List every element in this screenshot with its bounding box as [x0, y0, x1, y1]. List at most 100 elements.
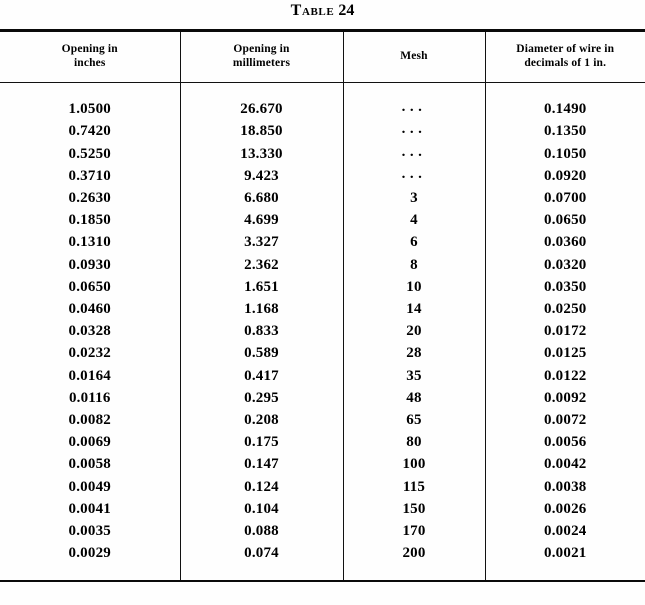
cell-value: 2.362: [244, 256, 279, 273]
cell-value: 0.0092: [544, 389, 587, 406]
cell-opening-millimeters: 0.208: [179, 408, 343, 432]
cell-value: 0.0350: [544, 278, 587, 295]
cell-value: 0.175: [244, 434, 279, 451]
cell-value: 0.0360: [544, 234, 587, 251]
cell-opening-millimeters: 0.088: [179, 519, 343, 543]
cell-value: 0.088: [244, 522, 279, 539]
cell-value: 3.327: [244, 234, 279, 251]
ellipsis-marker: ...: [401, 99, 427, 116]
cell-opening-millimeters: 0.417: [179, 364, 343, 387]
cell-value: 28: [406, 345, 422, 362]
cell-value: 1.0500: [68, 101, 111, 118]
cell-value: 0.0250: [544, 300, 587, 317]
cell-value: 0.1850: [68, 212, 111, 229]
table-row: 0.0049 0.124 115 0.0038: [0, 475, 645, 498]
cell-value: 14: [406, 300, 422, 317]
cell-value: 200: [402, 545, 426, 562]
table-row: 0.0058 0.147 100 0.0042: [0, 453, 645, 476]
cell-value: 0.074: [244, 545, 279, 562]
cell-wire-diameter: 0.0700: [484, 186, 645, 210]
cell-opening-millimeters: 18.850: [179, 120, 343, 143]
cell-value: 0.208: [244, 411, 279, 428]
cell-value: 0.0930: [68, 256, 111, 273]
table-spacer-cell: [179, 82, 343, 99]
table-row: 0.0069 0.175 80 0.0056: [0, 431, 645, 454]
cell-mesh: 28: [342, 342, 485, 365]
cell-wire-diameter: 0.0125: [484, 342, 645, 365]
cell-value: 0.0058: [68, 456, 111, 473]
cell-wire-diameter: 0.1490: [484, 98, 645, 121]
cell-mesh: 10: [342, 275, 485, 298]
cell-value: 9.423: [244, 167, 279, 184]
cell-value: 20: [406, 323, 422, 340]
cell-value: 0.0069: [68, 434, 111, 451]
cell-mesh: ...: [342, 98, 485, 121]
table-row: 0.0650 1.651 10 0.0350: [0, 275, 645, 298]
cell-value: 0.295: [244, 389, 279, 406]
cell-value: 0.0026: [544, 500, 587, 517]
cell-wire-diameter: 0.0320: [484, 253, 645, 276]
cell-opening-inches: 0.7420: [0, 120, 180, 142]
cell-value: 0.5250: [68, 145, 111, 162]
cell-value: 0.0082: [68, 411, 111, 428]
cell-wire-diameter: 0.0026: [484, 497, 645, 520]
cell-value: 1.168: [244, 300, 279, 317]
cell-opening-millimeters: 0.074: [179, 542, 343, 565]
cell-mesh: 48: [342, 386, 485, 409]
cell-opening-millimeters: 6.680: [179, 186, 343, 210]
cell-mesh: 6: [342, 231, 485, 254]
cell-wire-diameter: 0.0038: [484, 475, 645, 498]
cell-opening-millimeters: 26.670: [179, 98, 343, 121]
cell-value: 3: [410, 189, 418, 206]
cell-value: 6: [410, 234, 418, 251]
cell-value: 0.0024: [544, 522, 587, 539]
cell-opening-millimeters: 3.327: [179, 231, 343, 254]
cell-opening-millimeters: 0.147: [179, 453, 343, 476]
data-table-container: Opening in inches Opening in millimeters…: [0, 28, 645, 583]
table-title-label: Table: [290, 2, 335, 19]
column-header-line2: inches: [73, 56, 106, 69]
cell-value: 0.0320: [544, 256, 587, 273]
table-spacer-cell: [0, 564, 180, 583]
cell-value: 0.0021: [544, 545, 587, 562]
cell-opening-inches: 0.0069: [0, 431, 180, 453]
cell-opening-inches: 0.0328: [0, 320, 180, 342]
data-table: Opening in inches Opening in millimeters…: [0, 28, 645, 583]
cell-value: 0.0172: [544, 323, 587, 340]
cell-opening-millimeters: 1.651: [179, 275, 343, 298]
cell-opening-inches: 0.2630: [0, 187, 180, 209]
cell-value: 0.0122: [544, 367, 587, 384]
cell-opening-millimeters: 0.589: [179, 342, 343, 365]
cell-value: 0.0460: [68, 300, 111, 317]
cell-value: 0.0650: [544, 212, 587, 229]
cell-wire-diameter: 0.0650: [484, 209, 645, 232]
cell-value: 170: [402, 522, 426, 539]
column-header-opening-millimeters: Opening in millimeters: [179, 28, 343, 84]
column-header-wire-diameter: Diameter of wire in decimals of 1 in.: [484, 28, 645, 84]
cell-value: 0.3710: [68, 167, 111, 184]
cell-wire-diameter: 0.0250: [484, 297, 645, 321]
cell-wire-diameter: 0.0122: [484, 364, 645, 387]
cell-value: 0.0700: [544, 189, 587, 206]
cell-opening-inches: 0.0116: [0, 387, 180, 409]
page-title: Table 24: [0, 2, 645, 20]
cell-opening-millimeters: 0.175: [179, 431, 343, 454]
cell-value: 0.417: [244, 367, 279, 384]
cell-mesh: 8: [342, 253, 485, 276]
cell-mesh: 20: [342, 320, 485, 343]
table-spacer-row: [0, 82, 645, 99]
column-header-line1: Opening in: [61, 43, 118, 55]
cell-value: 26.670: [240, 101, 283, 118]
cell-value: 100: [402, 456, 426, 473]
table-row: 0.1850 4.699 4 0.0650: [0, 209, 645, 232]
table-row: 0.0328 0.833 20 0.0172: [0, 320, 645, 343]
table-row: 0.0041 0.104 150 0.0026: [0, 497, 645, 520]
cell-opening-inches: 0.1850: [0, 209, 180, 231]
table-row: 0.3710 9.423... 0.0920: [0, 164, 645, 187]
cell-value: 0.1310: [68, 234, 111, 251]
table-row: 0.1310 3.327 6 0.0360: [0, 231, 645, 254]
cell-opening-inches: 0.0029: [0, 542, 180, 564]
table-row: 0.2630 6.680 3 0.0700: [0, 186, 645, 210]
table-row: 0.0035 0.088 170 0.0024: [0, 519, 645, 543]
cell-mesh: 35: [342, 364, 485, 387]
